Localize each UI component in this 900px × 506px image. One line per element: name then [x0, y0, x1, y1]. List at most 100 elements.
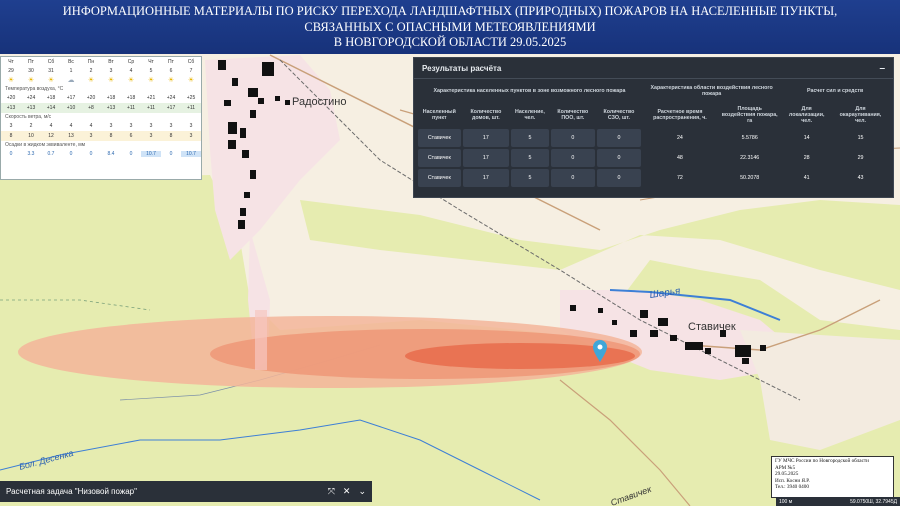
- weather-day: Вт: [108, 59, 114, 65]
- table-cell: 15: [857, 135, 864, 141]
- weather-date: 4: [129, 67, 133, 74]
- day-temp: +17: [66, 95, 76, 101]
- column-header: Площадь воздействия пожара, га: [721, 106, 778, 124]
- task-bar[interactable]: Расчетная задача "Низовой пожар" ⤧ ✕ ⌄: [0, 481, 372, 502]
- results-table: Характеристика населенных пунктов в зоне…: [416, 79, 890, 189]
- wind-row: 3 2 4 4 4 3 3 3 3 3: [1, 121, 201, 131]
- wind-section-label: Скорость ветра, м/с: [5, 114, 52, 120]
- day-temp: +18: [106, 95, 116, 101]
- wind-gust: 13: [68, 133, 74, 139]
- title-line: В НОВГОРОДСКОЙ ОБЛАСТИ 29.05.2025: [333, 35, 567, 49]
- weather-day: Сб: [47, 59, 55, 65]
- table-cell: 0: [550, 169, 595, 187]
- precip-value: 3.3: [27, 151, 35, 157]
- title-line: СВЯЗАННЫХ С ОПАСНЫМИ МЕТЕОЯВЛЕНИЯМИ: [304, 19, 596, 34]
- expand-icon[interactable]: ⤧: [328, 486, 335, 497]
- sun-cloud-icon: ☀: [47, 76, 55, 84]
- table-cell: 5: [511, 149, 549, 167]
- chevron-down-icon[interactable]: ⌄: [358, 486, 366, 497]
- wind-speed: 4: [49, 123, 53, 129]
- table-cell: 17: [462, 169, 510, 187]
- page-title-banner: ИНФОРМАЦИОННЫЕ МАТЕРИАЛЫ ПО РИСКУ ПЕРЕХО…: [0, 0, 900, 54]
- precip-value: 0.7: [47, 151, 55, 157]
- weather-days-row: Чт Пт Сб Вс Пн Вт Ср Чт Пт Сб: [1, 57, 201, 67]
- night-temp: +11: [186, 105, 196, 111]
- table-cell: 0: [550, 149, 595, 167]
- wind-speed: 3: [169, 123, 173, 129]
- precip-value: 0: [169, 151, 173, 157]
- scale-bar: 100 м 59.0750Ш, 32.7945Д: [776, 497, 900, 506]
- stamp-line: 29.05.2025: [775, 471, 799, 478]
- wind-speed: 3: [9, 123, 13, 129]
- weather-day: Сб: [187, 59, 195, 65]
- day-temp: +18: [46, 95, 56, 101]
- wind-speed: 4: [69, 123, 73, 129]
- table-cell: 29: [857, 155, 864, 161]
- table-cell: Ставичек: [418, 169, 461, 187]
- column-header: Население, чел.: [515, 109, 545, 121]
- group-header: Характеристика области воздействия лесно…: [650, 85, 773, 97]
- results-header: Результаты расчёта –: [414, 58, 893, 79]
- precip-value: 0: [69, 151, 73, 157]
- collapse-button[interactable]: –: [879, 63, 885, 74]
- stamp-line: Исп. Косни Я.Р.: [775, 477, 810, 484]
- day-temp: +20: [6, 95, 16, 101]
- table-cell: 5: [511, 129, 549, 147]
- day-temp: +21: [146, 95, 156, 101]
- gust-row: 8 10 12 13 3 8 6 3 8 3: [1, 131, 201, 141]
- wind-gust: 10: [28, 133, 34, 139]
- precip-section-label: Осадки в жидком эквиваленте, мм: [5, 142, 86, 148]
- group-header: Расчет сил и средств: [807, 88, 864, 94]
- wind-gust: 3: [189, 133, 193, 139]
- weather-dates-row: 29 30 31 1 2 3 4 5 6 7: [1, 67, 201, 74]
- wind-gust: 8: [109, 133, 113, 139]
- weather-day: Пт: [28, 59, 34, 65]
- group-header: Характеристика населенных пунктов в зоне…: [433, 88, 626, 94]
- weather-date: 3: [109, 67, 113, 74]
- night-temp: +17: [166, 105, 176, 111]
- weather-date: 7: [189, 67, 193, 74]
- coordinates-readout: 59.0750Ш, 32.7945Д: [850, 498, 897, 505]
- weather-date: 6: [169, 67, 173, 74]
- precip-row: 0 3.3 0.7 0 0 8.4 0 10.7 0 10.7: [1, 149, 201, 159]
- table-cell: 17: [462, 129, 510, 147]
- close-icon[interactable]: ✕: [343, 486, 351, 497]
- weather-date: 2: [89, 67, 93, 74]
- wind-speed: 4: [89, 123, 93, 129]
- table-cell: 0: [597, 129, 641, 147]
- day-temp: +24: [26, 95, 36, 101]
- sun-cloud-icon: ☀: [7, 76, 15, 84]
- table-cell: 50.2078: [740, 175, 760, 181]
- wind-gust: 3: [149, 133, 153, 139]
- table-row: Ставичек 17 5 0 0 24 5.5786 14 15: [418, 129, 888, 147]
- table-cell: 0: [550, 129, 595, 147]
- label-stavichek: Ставичек: [688, 321, 736, 333]
- day-temp: +24: [166, 95, 176, 101]
- column-header: Для окарауливания, чел.: [839, 106, 882, 124]
- weather-date: 29: [8, 67, 14, 74]
- day-temps-row: +20 +24 +18 +17 +20 +18 +18 +21 +24 +25: [1, 93, 201, 103]
- wind-gust: 8: [9, 133, 13, 139]
- weather-day: Пт: [168, 59, 174, 65]
- weather-day: Чт: [148, 59, 154, 65]
- temp-section-label: Температура воздуха, °C: [5, 86, 64, 92]
- table-row: Ставичек 17 5 0 0 48 22.3146 28 29: [418, 149, 888, 167]
- label-radostino: Радостино: [292, 96, 347, 108]
- sun-cloud-icon: ☀: [27, 76, 35, 84]
- wind-gust: 6: [129, 133, 133, 139]
- table-cell: Ставичек: [418, 149, 461, 167]
- wind-gust: 3: [89, 133, 93, 139]
- table-cell: Ставичек: [418, 129, 461, 147]
- column-header: Расчетное время распространения, ч.: [653, 109, 707, 121]
- author-stamp: ГУ МЧС России по Новгородской области АР…: [771, 456, 894, 498]
- table-cell: 28: [803, 155, 810, 161]
- wind-speed: 2: [29, 123, 33, 129]
- table-group-header: Характеристика населенных пунктов в зоне…: [418, 81, 888, 101]
- weather-day: Чт: [8, 59, 14, 65]
- column-header: Для локализации, чел.: [788, 106, 825, 124]
- table-cell: 41: [803, 175, 810, 181]
- weather-date: 1: [69, 67, 73, 74]
- weather-date: 31: [48, 67, 54, 74]
- night-temp: +11: [126, 105, 136, 111]
- weather-icons-row: ☀ ☀ ☀ ☁ ☀ ☀ ☀ ☀ ☀ ☀: [1, 74, 201, 85]
